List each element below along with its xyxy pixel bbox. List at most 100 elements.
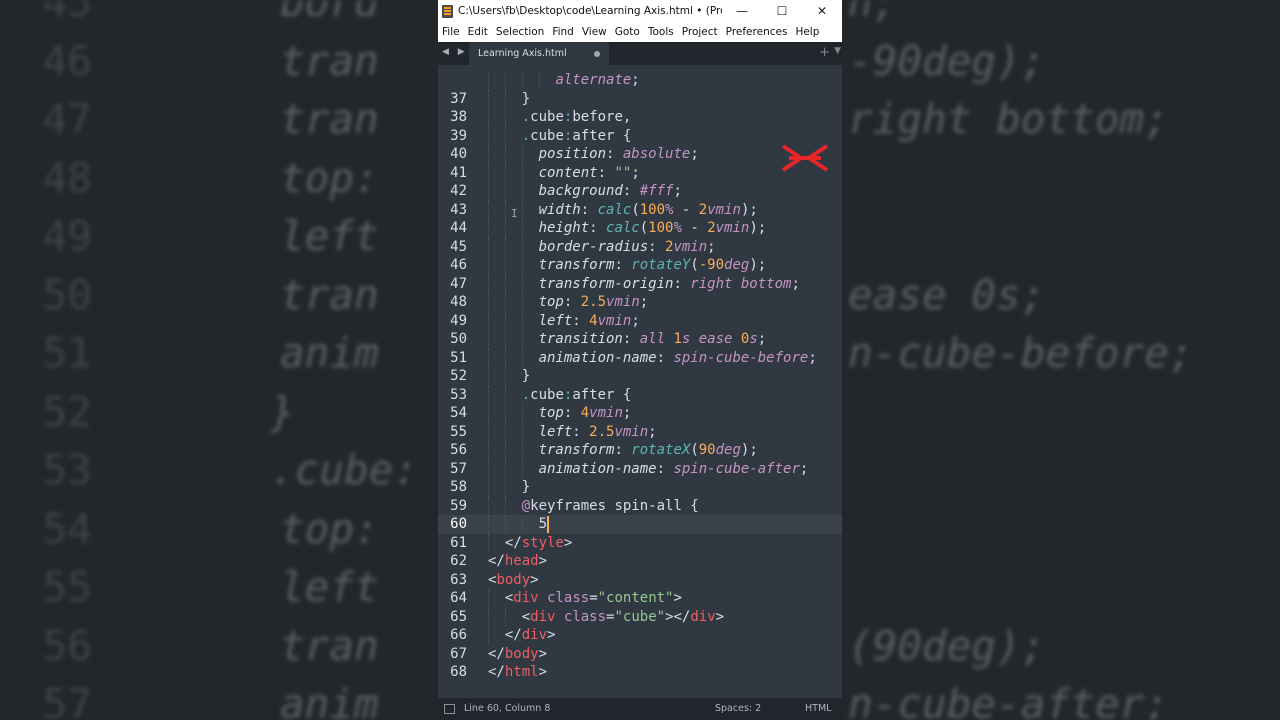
- code-token: calc: [597, 201, 632, 218]
- indent-guide: [488, 274, 489, 293]
- indentation-setting[interactable]: Spaces: 2: [715, 698, 761, 720]
- indent-guide: [488, 145, 489, 164]
- code-line[interactable]: 43 width: calc(100% - 2vmin);: [438, 200, 842, 219]
- background-code-text-right: -90deg);: [848, 36, 1046, 85]
- background-line-number: 55: [42, 563, 92, 611]
- code-line[interactable]: 65 <div class="cube"></div>: [438, 607, 842, 626]
- code-line[interactable]: 68 </html>: [438, 663, 842, 682]
- code-token: (: [631, 201, 640, 218]
- menu-goto[interactable]: Goto: [611, 22, 644, 42]
- menu-tools[interactable]: Tools: [644, 22, 678, 42]
- menu-project[interactable]: Project: [678, 22, 722, 42]
- code-text: </div>: [505, 626, 556, 645]
- code-token: .: [521, 109, 531, 125]
- indent-guide: [488, 71, 489, 90]
- menu-edit[interactable]: Edit: [464, 22, 492, 42]
- code-token: rotateY: [631, 257, 691, 273]
- code-line[interactable]: 50 transition: all 1s ease 0s;: [438, 330, 842, 349]
- indent-guide: [488, 533, 489, 552]
- code-token: calc: [606, 220, 640, 236]
- code-line[interactable]: 38 .cube:before,: [438, 108, 842, 127]
- code-token: transform-origin: [538, 275, 674, 292]
- code-line[interactable]: 62 </head>: [438, 552, 842, 571]
- line-number: 52: [450, 368, 467, 384]
- code-line[interactable]: 44 height: calc(100% - 2vmin);: [438, 219, 842, 238]
- code-line[interactable]: 55 left: 2.5vmin;: [438, 422, 842, 441]
- cursor-position[interactable]: Line 60, Column 8: [464, 698, 550, 720]
- code-line[interactable]: 47 transform-origin: right bottom;: [438, 274, 842, 294]
- panel-toggle-icon[interactable]: [444, 704, 455, 714]
- code-line[interactable]: 66 </div>: [438, 626, 842, 645]
- code-token: :: [572, 423, 590, 440]
- code-editor[interactable]: I alternate; 37} 38 .cube:before, 39 .cube:af…: [438, 65, 842, 698]
- code-line[interactable]: 37}: [438, 89, 842, 108]
- tab-learning-axis[interactable]: Learning Axis.html: [469, 42, 609, 65]
- line-number: 60: [450, 516, 467, 532]
- code-line[interactable]: 64 <div class="content">: [438, 589, 842, 608]
- code-line[interactable]: 58}: [438, 478, 842, 497]
- code-token: 5: [538, 516, 548, 532]
- code-token: after {: [572, 386, 632, 403]
- tab-label: Learning Axis.html: [478, 48, 567, 59]
- code-text: height: calc(100% - 2vmin);: [539, 219, 767, 238]
- code-token: );: [749, 257, 767, 273]
- indent-guide: [521, 441, 523, 460]
- background-code-text-right: (90deg);: [848, 621, 1046, 670]
- code-line[interactable]: 52}: [438, 367, 842, 386]
- indent-guide: [488, 256, 489, 275]
- syntax-mode[interactable]: HTML: [805, 698, 831, 720]
- code-line[interactable]: 53 .cube:after {: [438, 385, 842, 404]
- tab-nav-arrows-icon[interactable]: ◀ ▶: [442, 47, 468, 57]
- menu-preferences[interactable]: Preferences: [722, 22, 792, 42]
- code-token: vmin: [606, 294, 640, 310]
- indent-guide: [488, 626, 489, 645]
- indent-guide: [488, 385, 489, 404]
- code-line[interactable]: 63 <body>: [438, 571, 842, 590]
- minimize-button[interactable]: —: [722, 0, 762, 22]
- code-line[interactable]: 54 top: 4vmin;: [438, 404, 842, 423]
- tab-dropdown-icon[interactable]: ▼: [834, 46, 841, 56]
- indent-guide: [521, 515, 523, 534]
- indent-guide: [504, 367, 506, 386]
- new-tab-plus-icon[interactable]: +: [819, 45, 830, 60]
- code-line[interactable]: 41 content: "";: [438, 163, 842, 182]
- code-line[interactable]: 40 position: absolute;: [438, 145, 842, 164]
- code-line[interactable]: 61 </style>: [438, 533, 842, 552]
- code-line[interactable]: 42 background: #fff;: [438, 182, 842, 201]
- code-text: transform-origin: right bottom;: [539, 275, 800, 294]
- maximize-button[interactable]: ☐: [762, 0, 802, 22]
- tab-bar: ◀ ▶ Learning Axis.html + ▼: [438, 42, 842, 65]
- code-line[interactable]: 51 animation-name: spin-cube-before;: [438, 348, 842, 367]
- menu-file[interactable]: File: [438, 22, 464, 42]
- code-line[interactable]: 56 transform: rotateX(90deg);: [438, 441, 842, 460]
- indent-guide: [488, 348, 489, 367]
- code-line[interactable]: 45 border-radius: 2vmin;: [438, 237, 842, 256]
- code-token: border-radius: [538, 238, 649, 255]
- code-token: :: [622, 331, 640, 347]
- menu-find[interactable]: Find: [548, 22, 578, 42]
- indent-guide: [504, 311, 506, 330]
- code-line[interactable]: 67 </body>: [438, 645, 842, 664]
- code-line[interactable]: 48 top: 2.5vmin;: [438, 293, 842, 312]
- menu-selection[interactable]: Selection: [492, 22, 548, 42]
- code-token: left: [538, 423, 573, 440]
- code-line[interactable]: 57 animation-name: spin-cube-after;: [438, 459, 842, 478]
- code-line[interactable]: 49 left: 4vmin;: [438, 311, 842, 330]
- code-line[interactable]: 39 .cube:after {: [438, 126, 842, 145]
- code-line[interactable]: 60 5: [438, 515, 842, 534]
- code-token: spin-cube-before: [673, 349, 809, 366]
- code-line[interactable]: 59 @keyframes spin-all {: [438, 496, 842, 515]
- code-line[interactable]: 46 transform: rotateY(-90deg);: [438, 256, 842, 275]
- code-token: </: [488, 664, 505, 680]
- menu-view[interactable]: View: [578, 22, 611, 42]
- unsaved-dot-icon[interactable]: [594, 51, 600, 57]
- menu-help[interactable]: Help: [791, 22, 823, 42]
- code-token: cube: [530, 127, 564, 144]
- code-token: head: [504, 553, 539, 569]
- line-number: 66: [450, 627, 467, 643]
- code-token: spin-cube-after: [673, 460, 800, 477]
- code-line[interactable]: alternate;: [438, 71, 842, 90]
- code-token: >: [673, 590, 682, 606]
- close-button[interactable]: ✕: [802, 0, 842, 22]
- indent-guide: [488, 200, 489, 219]
